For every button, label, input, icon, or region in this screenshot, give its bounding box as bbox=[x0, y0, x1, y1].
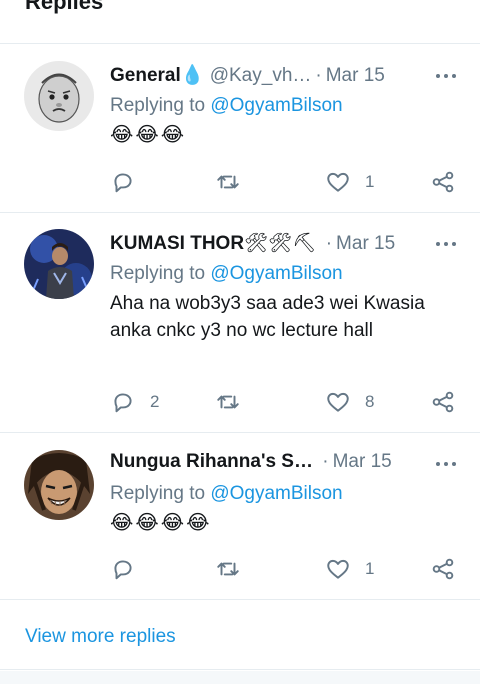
reply-header: Nungua Rihanna's S… · Mar 15 bbox=[110, 451, 460, 475]
replying-to: Replying to @OgyamBilson bbox=[110, 483, 343, 505]
retweet-button[interactable] bbox=[215, 389, 255, 415]
like-count: 1 bbox=[365, 172, 375, 191]
view-more-replies-link[interactable]: View more replies bbox=[25, 626, 176, 648]
view-more-row: View more replies bbox=[0, 600, 480, 670]
user-handle[interactable]: @Kay_vh… bbox=[210, 65, 312, 86]
reply-header: KUMASI THOR🛠🛠⛏ · Mar 15 bbox=[110, 231, 460, 255]
retweet-button[interactable] bbox=[215, 169, 255, 195]
share-icon bbox=[432, 391, 454, 413]
tweet-date[interactable]: Mar 15 bbox=[336, 233, 395, 254]
mention-link[interactable]: @OgyamBilson bbox=[210, 263, 342, 284]
avatar-anime-image bbox=[24, 450, 94, 520]
mention-link[interactable]: @OgyamBilson bbox=[210, 95, 342, 116]
replies-header: Replies bbox=[0, 0, 480, 44]
avatar-baby-image bbox=[24, 61, 94, 131]
display-name[interactable]: Nungua Rihanna's S… bbox=[110, 451, 313, 472]
display-name[interactable]: KUMASI THOR bbox=[110, 233, 244, 254]
separator: · bbox=[325, 233, 333, 254]
reply-icon bbox=[114, 393, 132, 413]
reply-button[interactable]: 2 bbox=[110, 389, 159, 415]
tweet-text: 😂😂😂 bbox=[110, 124, 187, 146]
page-title: Replies bbox=[25, 0, 104, 14]
more-options-icon[interactable] bbox=[436, 74, 456, 80]
replying-to: Replying to @OgyamBilson bbox=[110, 263, 343, 285]
separator: · bbox=[322, 451, 329, 472]
tweet-text: Aha na wob3y3 saa ade3 wei Kwasia anka c… bbox=[110, 293, 425, 341]
replying-to: Replying to @OgyamBilson bbox=[110, 95, 343, 117]
reply-header: General💧 @Kay_vh… · Mar 15 bbox=[110, 63, 460, 87]
replying-prefix: Replying to bbox=[110, 263, 206, 284]
avatar-superhero-image bbox=[24, 229, 94, 299]
share-button[interactable] bbox=[430, 556, 456, 582]
action-bar: 1 bbox=[110, 556, 460, 582]
share-button[interactable] bbox=[430, 389, 456, 415]
like-icon bbox=[327, 559, 349, 579]
share-button[interactable] bbox=[430, 169, 456, 195]
retweet-icon bbox=[217, 562, 239, 576]
retweet-icon bbox=[217, 175, 239, 189]
like-icon bbox=[327, 172, 349, 192]
reply-item[interactable]: General💧 @Kay_vh… · Mar 15 Replying to @Og… bbox=[0, 45, 480, 213]
tweet-date[interactable]: Mar 15 bbox=[333, 451, 392, 472]
reply-item[interactable]: Nungua Rihanna's S… · Mar 15 Replying to … bbox=[0, 433, 480, 600]
like-icon bbox=[327, 392, 349, 412]
like-button[interactable]: 8 bbox=[325, 389, 374, 415]
avatar[interactable] bbox=[24, 61, 94, 131]
action-bar: 2 8 bbox=[110, 389, 460, 415]
tweet-text: 😂😂😂😂 bbox=[110, 512, 212, 534]
mention-link[interactable]: @OgyamBilson bbox=[210, 483, 342, 504]
like-button[interactable]: 1 bbox=[325, 169, 374, 195]
reply-button[interactable] bbox=[110, 556, 150, 582]
like-button[interactable]: 1 bbox=[325, 556, 374, 582]
reply-count: 2 bbox=[150, 392, 160, 411]
action-bar: 1 bbox=[110, 169, 460, 195]
avatar[interactable] bbox=[24, 450, 94, 520]
reply-button[interactable] bbox=[110, 169, 150, 195]
more-options-icon[interactable] bbox=[436, 242, 456, 248]
name-emoji: 🛠🛠⛏ bbox=[244, 233, 317, 254]
share-icon bbox=[432, 171, 454, 193]
tweet-date[interactable]: Mar 15 bbox=[326, 65, 385, 86]
replying-prefix: Replying to bbox=[110, 483, 206, 504]
separator: · bbox=[315, 65, 322, 86]
retweet-button[interactable] bbox=[215, 556, 255, 582]
avatar[interactable] bbox=[24, 229, 94, 299]
reply-item[interactable]: KUMASI THOR🛠🛠⛏ · Mar 15 Replying to @Ogya… bbox=[0, 213, 480, 433]
like-count: 8 bbox=[365, 392, 375, 411]
reply-icon bbox=[114, 560, 132, 580]
retweet-icon bbox=[217, 395, 239, 409]
replying-prefix: Replying to bbox=[110, 95, 206, 116]
reply-icon bbox=[114, 173, 132, 193]
name-emoji: 💧 bbox=[180, 65, 205, 86]
like-count: 1 bbox=[365, 559, 375, 578]
bottom-divider bbox=[0, 671, 480, 684]
share-icon bbox=[432, 558, 454, 580]
display-name[interactable]: General bbox=[110, 65, 181, 86]
more-options-icon[interactable] bbox=[436, 462, 456, 468]
